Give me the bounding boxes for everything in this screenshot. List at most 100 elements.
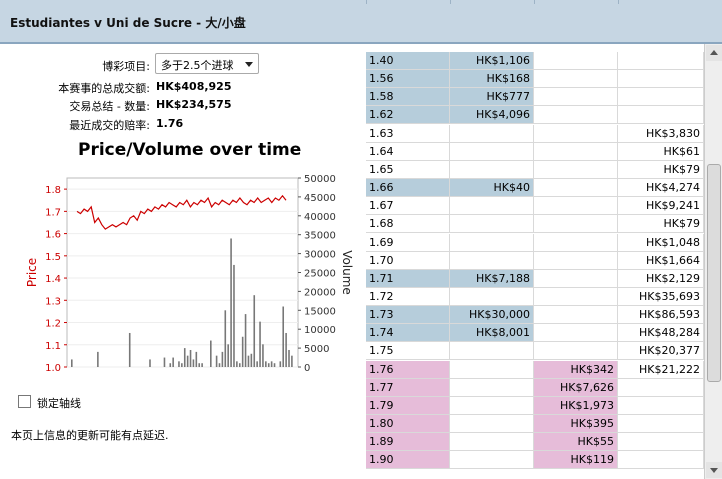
lay-amount-cell[interactable]: [534, 324, 618, 342]
traded-amount-cell[interactable]: HK$61: [618, 142, 704, 160]
lay-amount-cell[interactable]: [534, 269, 618, 287]
lay-amount-cell[interactable]: HK$119: [534, 451, 618, 469]
back-amount-cell[interactable]: [450, 396, 534, 414]
back-amount-cell[interactable]: [450, 233, 534, 251]
vertical-scrollbar[interactable]: [704, 44, 722, 479]
back-amount-cell[interactable]: HK$8,001: [450, 324, 534, 342]
back-amount-cell[interactable]: [450, 160, 534, 178]
lay-amount-cell[interactable]: [534, 52, 618, 69]
traded-amount-cell[interactable]: [618, 451, 704, 469]
lay-amount-cell[interactable]: [534, 215, 618, 233]
traded-amount-cell[interactable]: HK$9,241: [618, 197, 704, 215]
back-amount-cell[interactable]: HK$1,106: [450, 52, 534, 69]
lay-amount-cell[interactable]: [534, 179, 618, 197]
scroll-down-button[interactable]: [706, 462, 722, 478]
last-price-label: 最近成交的赔率:: [69, 119, 150, 132]
lay-amount-cell[interactable]: [534, 160, 618, 178]
traded-amount-cell[interactable]: HK$79: [618, 160, 704, 178]
traded-amount-cell[interactable]: HK$2,129: [618, 269, 704, 287]
traded-amount-cell[interactable]: [618, 106, 704, 124]
back-amount-cell[interactable]: [450, 215, 534, 233]
traded-amount-cell[interactable]: [618, 415, 704, 432]
lay-amount-cell[interactable]: [534, 306, 618, 324]
lock-axis-checkbox[interactable]: [18, 395, 31, 408]
traded-amount-cell[interactable]: [618, 378, 704, 396]
lay-amount-cell[interactable]: HK$7,626: [534, 378, 618, 396]
traded-amount-cell[interactable]: HK$20,377: [618, 342, 704, 360]
table-row: 1.68 HK$79: [366, 215, 704, 234]
scroll-thumb[interactable]: [707, 164, 721, 382]
back-amount-cell[interactable]: HK$40: [450, 179, 534, 197]
volume-bar: [230, 238, 232, 367]
price-cell: 1.80: [366, 415, 450, 432]
back-amount-cell[interactable]: HK$777: [450, 88, 534, 106]
scroll-up-button[interactable]: [706, 45, 722, 61]
lay-amount-cell[interactable]: [534, 88, 618, 106]
lay-amount-cell[interactable]: [534, 233, 618, 251]
lay-amount-cell[interactable]: HK$55: [534, 433, 618, 451]
table-row: 1.89 HK$55: [366, 433, 704, 452]
lay-amount-cell[interactable]: [534, 124, 618, 142]
traded-amount-cell[interactable]: [618, 70, 704, 88]
bet-type-select[interactable]: 多于2.5个进球: [155, 53, 259, 74]
volume-tick-label: 35000: [304, 231, 336, 242]
back-amount-cell[interactable]: [450, 378, 534, 396]
lay-amount-cell[interactable]: HK$342: [534, 360, 618, 378]
traded-amount-cell[interactable]: HK$35,693: [618, 287, 704, 305]
traded-amount-cell[interactable]: [618, 88, 704, 106]
volume-bar: [282, 306, 285, 367]
price-cell: 1.66: [366, 179, 450, 197]
back-amount-cell[interactable]: [450, 124, 534, 142]
lay-amount-cell[interactable]: HK$1,973: [534, 396, 618, 414]
volume-tick-label: 25000: [304, 269, 336, 280]
market-window: Estudiantes v Uni de Sucre - 大/小盘 博彩项目: …: [0, 0, 722, 479]
lay-amount-cell[interactable]: [534, 142, 618, 160]
back-amount-cell[interactable]: [450, 433, 534, 451]
volume-bar: [198, 363, 201, 367]
volume-bar: [262, 344, 264, 367]
back-amount-cell[interactable]: HK$7,188: [450, 269, 534, 287]
traded-amount-cell[interactable]: HK$1,664: [618, 251, 704, 269]
back-amount-cell[interactable]: [450, 197, 534, 215]
plot-area: [66, 177, 299, 368]
back-amount-cell[interactable]: [450, 287, 534, 305]
lay-amount-cell[interactable]: [534, 70, 618, 88]
back-amount-cell[interactable]: [450, 251, 534, 269]
traded-amount-cell[interactable]: HK$48,284: [618, 324, 704, 342]
traded-amount-cell[interactable]: HK$1,048: [618, 233, 704, 251]
traded-amount-cell[interactable]: [618, 52, 704, 69]
price-cell: 1.58: [366, 88, 450, 106]
traded-amount-cell[interactable]: [618, 396, 704, 414]
volume-bar: [163, 357, 166, 367]
volume-bar: [221, 351, 224, 367]
traded-amount-cell[interactable]: HK$21,222: [618, 360, 704, 378]
back-amount-cell[interactable]: [450, 342, 534, 360]
traded-amount-cell[interactable]: HK$86,593: [618, 306, 704, 324]
lay-amount-cell[interactable]: [534, 287, 618, 305]
traded-amount-cell[interactable]: HK$79: [618, 215, 704, 233]
back-amount-cell[interactable]: HK$4,096: [450, 106, 534, 124]
lay-amount-cell[interactable]: [534, 251, 618, 269]
table-row: 1.75 HK$20,377: [366, 342, 704, 361]
lay-amount-cell[interactable]: HK$395: [534, 415, 618, 432]
header-divider: [450, 0, 451, 4]
lay-amount-cell[interactable]: [534, 106, 618, 124]
back-amount-cell[interactable]: [450, 360, 534, 378]
price-cell: 1.89: [366, 433, 450, 451]
back-amount-cell[interactable]: [450, 415, 534, 432]
traded-amount-cell[interactable]: [618, 433, 704, 451]
back-amount-cell[interactable]: HK$30,000: [450, 306, 534, 324]
price-tick-label: 1.2: [45, 319, 61, 330]
traded-amount-cell[interactable]: HK$3,830: [618, 124, 704, 142]
table-row: 1.71 HK$7,188 HK$2,129: [366, 269, 704, 288]
lay-amount-cell[interactable]: [534, 197, 618, 215]
back-amount-cell[interactable]: [450, 142, 534, 160]
table-row: 1.69 HK$1,048: [366, 233, 704, 252]
traded-amount-cell[interactable]: HK$4,274: [618, 179, 704, 197]
back-amount-cell[interactable]: [450, 451, 534, 469]
lay-amount-cell[interactable]: [534, 342, 618, 360]
volume-label: 交易总结 - 数量:: [69, 100, 150, 113]
price-cell: 1.67: [366, 197, 450, 215]
volume-bar: [224, 310, 227, 367]
back-amount-cell[interactable]: HK$168: [450, 70, 534, 88]
